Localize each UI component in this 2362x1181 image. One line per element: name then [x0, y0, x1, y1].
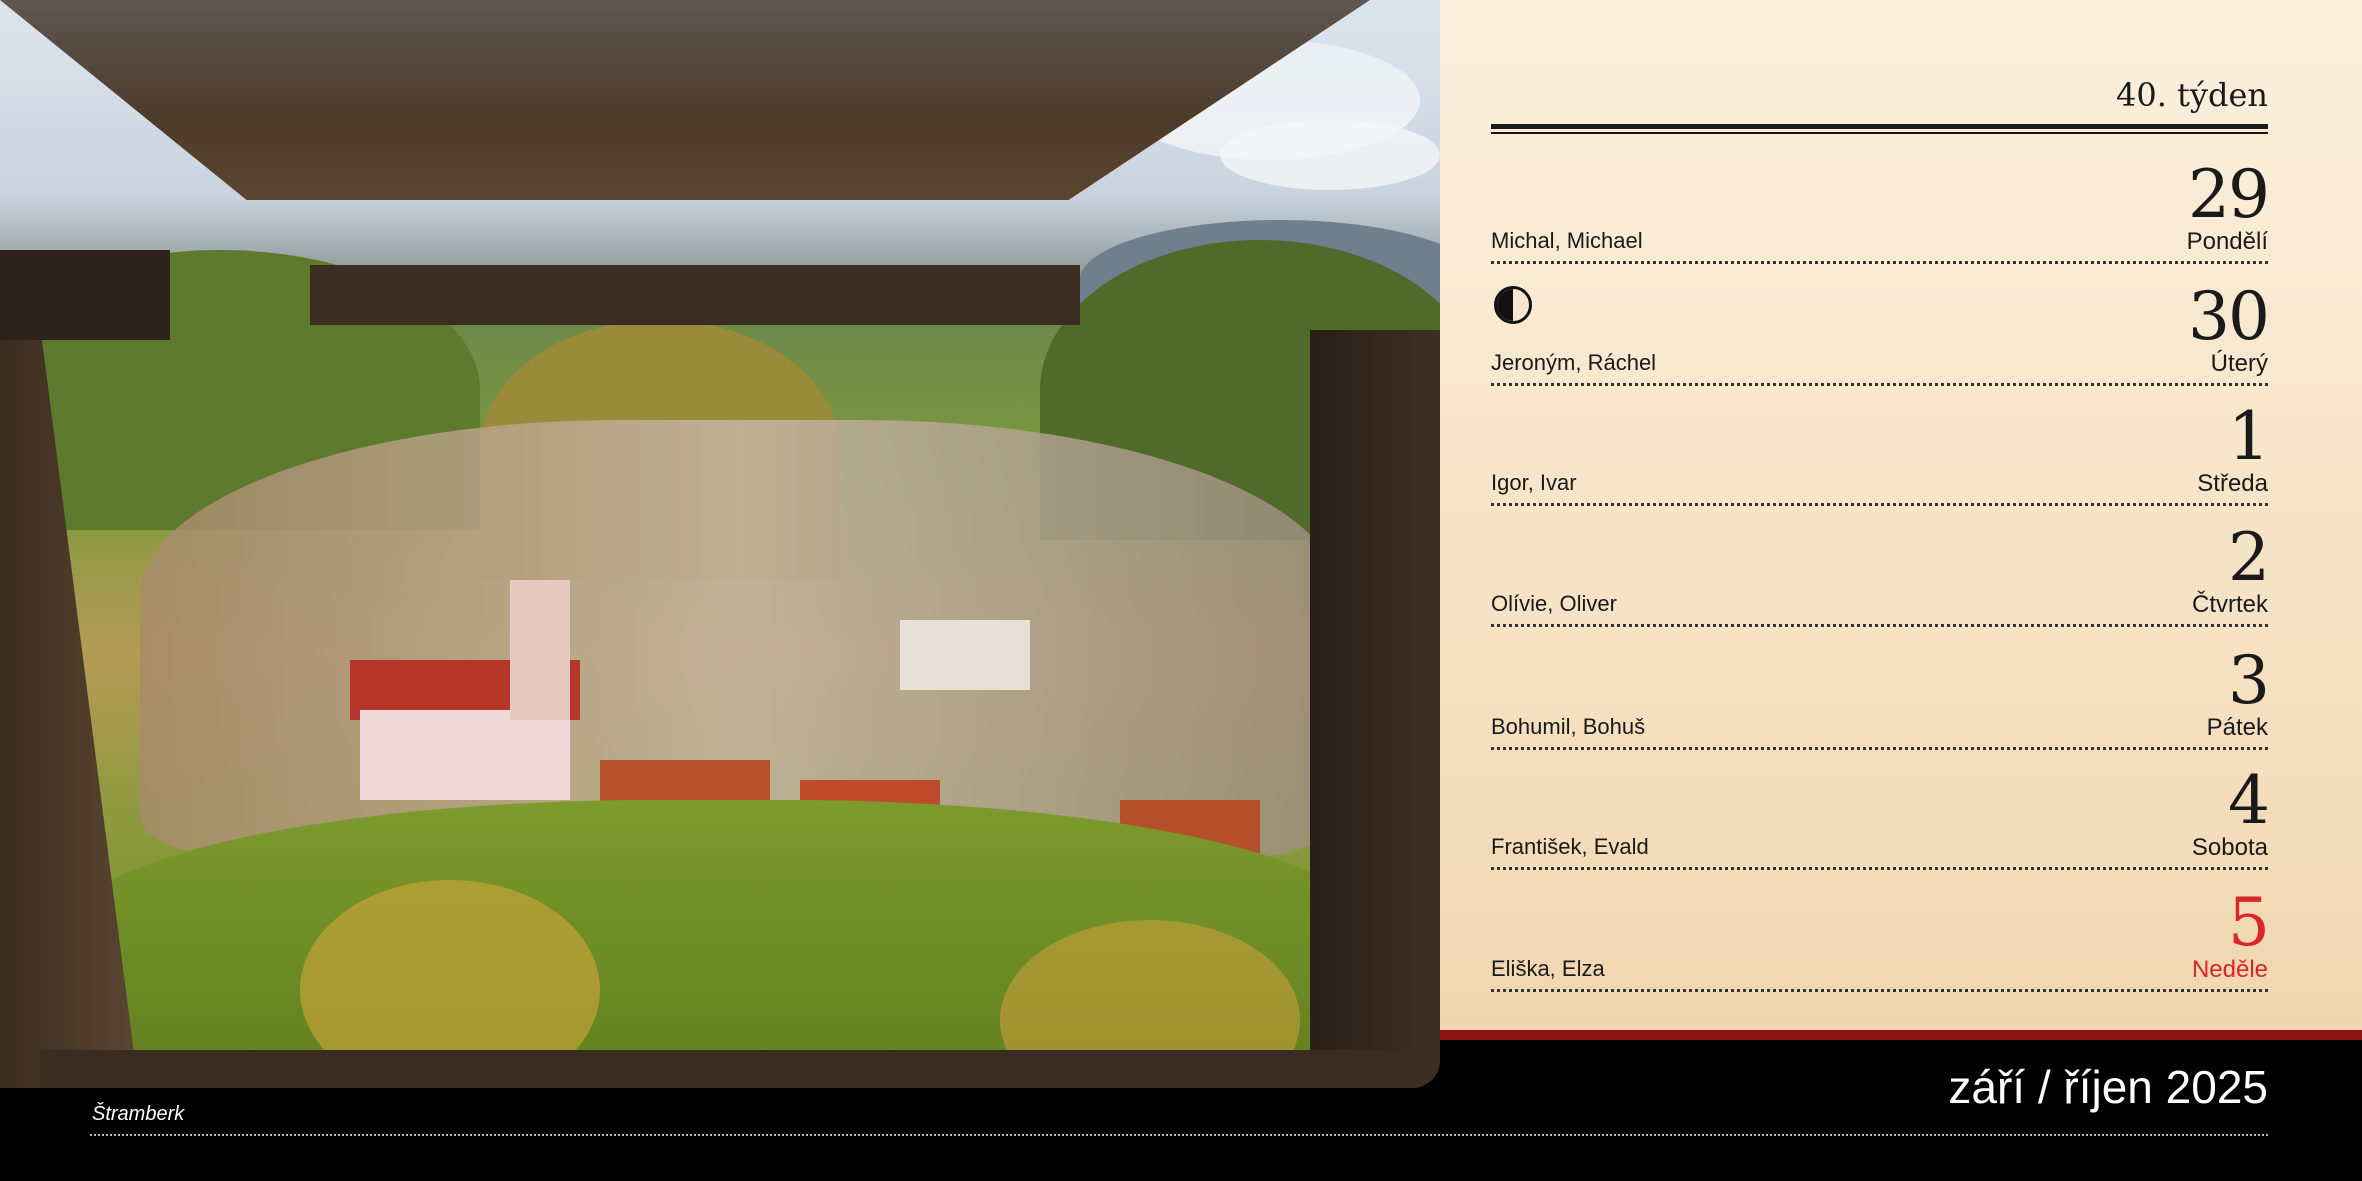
day-row: Bohumil, Bohuš 3 Pátek — [1491, 628, 2270, 750]
week-divider — [1491, 124, 2268, 129]
day-number: 1 — [2228, 398, 2270, 475]
day-row: Michal, Michael 29 Pondělí — [1491, 142, 2270, 264]
week-divider-thin — [1491, 132, 2268, 134]
name-days: Michal, Michael — [1491, 228, 1643, 253]
name-days: František, Evald — [1491, 834, 1649, 859]
day-row: Jeroným, Ráchel 30 Úterý — [1491, 264, 2270, 386]
name-days: Igor, Ivar — [1491, 470, 1577, 495]
weekday: Čtvrtek — [2191, 591, 2268, 618]
name-days: Olívie, Oliver — [1491, 591, 1617, 616]
name-days: Jeroným, Ráchel — [1491, 350, 1657, 375]
week-number: 40. týden — [2115, 76, 2268, 114]
day-number: 5 — [2228, 884, 2270, 961]
town-photo — [0, 0, 1440, 1088]
day-row: Olívie, Oliver 2 Čtvrtek — [1491, 505, 2270, 627]
moon-phase-icon — [1494, 286, 1532, 324]
month-title: září / říjen 2025 — [1948, 1061, 2268, 1113]
name-days: Eliška, Elza — [1491, 956, 1605, 981]
day-row: Igor, Ivar 1 Středa — [1491, 384, 2270, 506]
weekday: Sobota — [2191, 834, 2268, 861]
day-row-sunday: Eliška, Elza 5 Neděle — [1491, 870, 2270, 992]
weekday: Pondělí — [2186, 228, 2268, 255]
photo-caption: Štramberk — [92, 1103, 185, 1125]
accent-line — [1440, 1030, 2362, 1040]
weekday: Pátek — [2206, 714, 2268, 741]
name-days: Bohumil, Bohuš — [1491, 714, 1646, 739]
weekday: Neděle — [2191, 956, 2268, 983]
day-number: 3 — [2228, 642, 2270, 719]
day-number: 4 — [2228, 762, 2270, 839]
dotted-divider — [1491, 624, 2268, 627]
day-number: 2 — [2228, 519, 2270, 596]
footer-dotted-line — [90, 1134, 2268, 1136]
day-row: František, Evald 4 Sobota — [1491, 748, 2270, 870]
weekday: Úterý — [2210, 350, 2268, 377]
weekday: Středa — [2197, 470, 2268, 497]
day-number: 30 — [2188, 278, 2270, 355]
dotted-divider — [1491, 989, 2268, 992]
day-number: 29 — [2188, 156, 2270, 233]
